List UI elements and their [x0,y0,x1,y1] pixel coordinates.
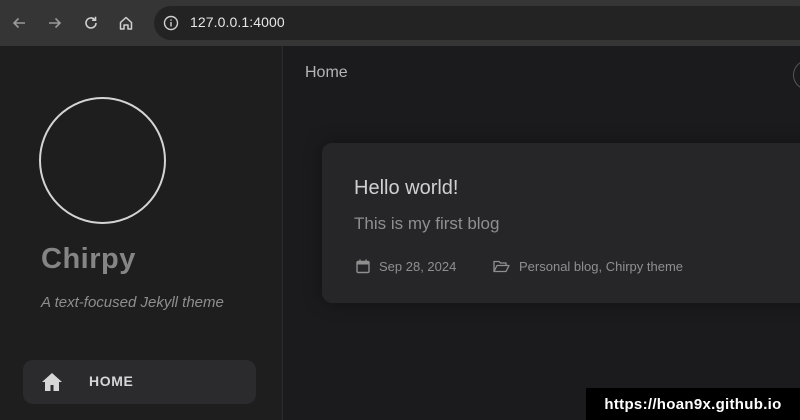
post-card[interactable]: Hello world! This is my first blog Sep 2… [322,143,800,303]
forward-icon [49,17,62,29]
calendar-icon [356,259,370,274]
sidebar-item-label: HOME [89,373,134,389]
browser-home-button[interactable] [111,8,141,38]
breadcrumb: Home [305,64,348,81]
reload-icon [85,16,97,29]
home-icon [42,373,62,391]
folder-open-icon [493,260,510,273]
post-title[interactable]: Hello world! [354,177,458,200]
post-categories-text[interactable]: Personal blog, Chirpy theme [519,259,683,274]
site-title[interactable]: Chirpy [41,243,136,276]
site-subtitle: A text-focused Jekyll theme [41,294,224,311]
sidebar: Chirpy A text-focused Jekyll theme HOME [0,46,283,420]
home-icon [119,16,133,30]
browser-toolbar: 127.0.0.1:4000 [0,0,800,46]
info-icon[interactable] [163,15,179,31]
back-button[interactable] [4,8,34,38]
search-button[interactable] [793,60,800,90]
watermark: https://hoan9x.github.io [586,388,800,420]
url-text[interactable]: 127.0.0.1:4000 [190,14,285,30]
page: Chirpy A text-focused Jekyll theme HOME … [0,46,800,420]
forward-button[interactable] [40,8,70,38]
avatar[interactable] [39,97,166,224]
address-bar[interactable]: 127.0.0.1:4000 [154,6,800,40]
post-excerpt: This is my first blog [354,214,500,233]
back-icon [12,17,25,29]
post-date: Sep 28, 2024 [356,259,456,274]
post-categories: Personal blog, Chirpy theme [493,259,683,274]
post-date-text: Sep 28, 2024 [379,259,457,274]
sidebar-item-home[interactable]: HOME [23,360,256,404]
reload-button[interactable] [76,8,106,38]
